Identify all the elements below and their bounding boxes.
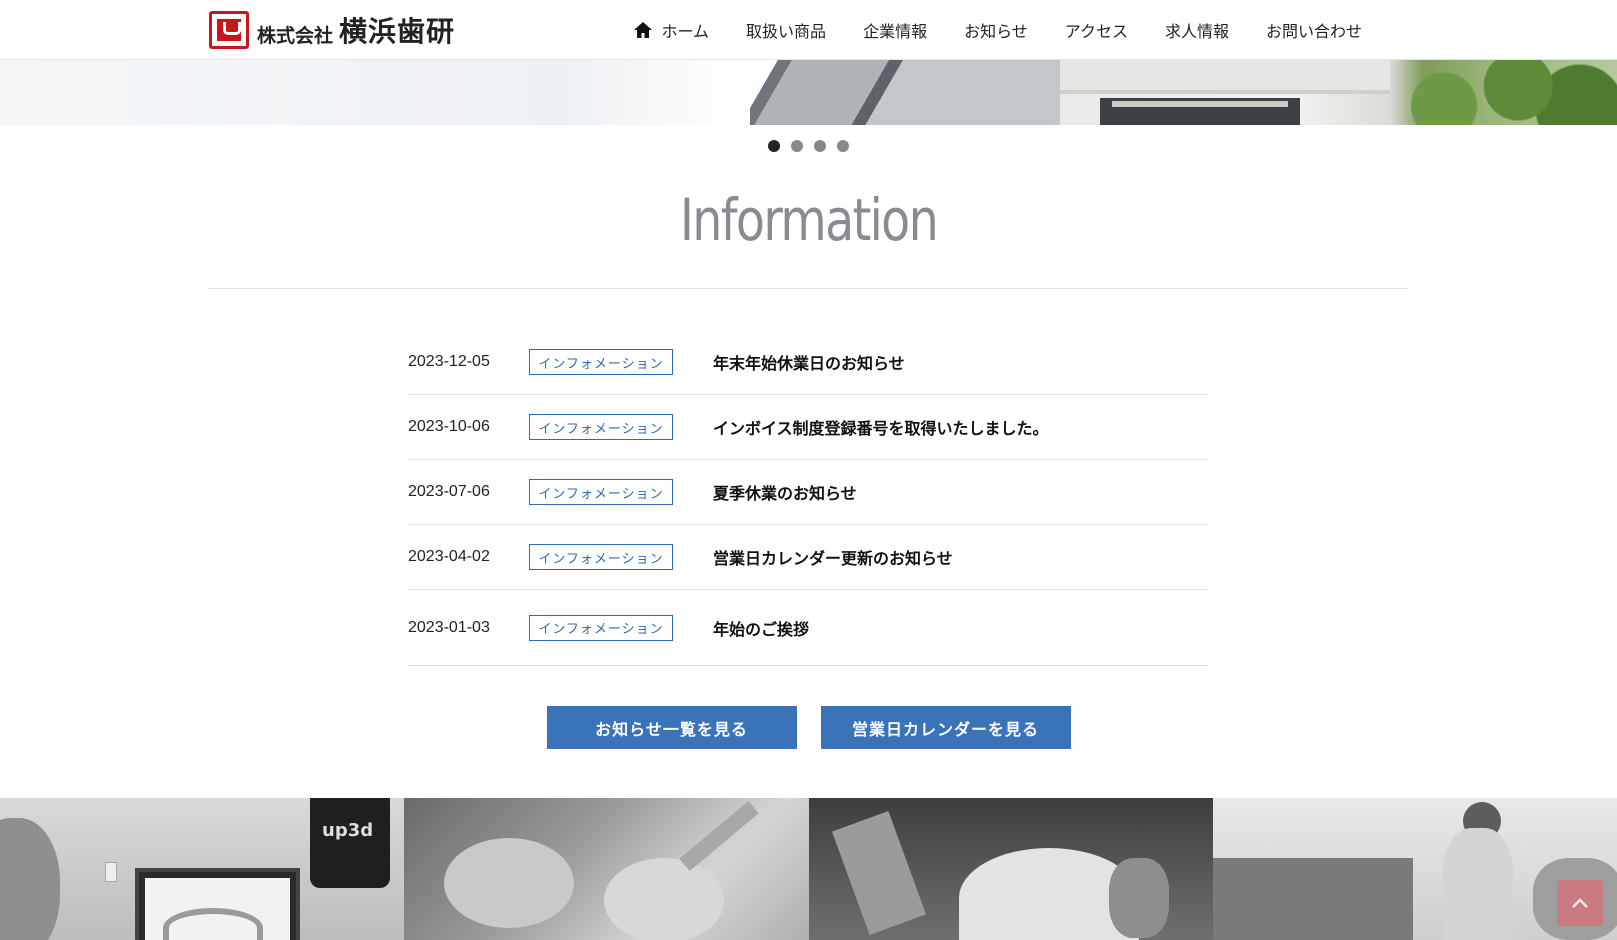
news-item[interactable]: 2023-07-06 インフォメーション 夏季休業のお知らせ bbox=[408, 460, 1208, 525]
logo-company-prefix: 株式会社 bbox=[257, 24, 334, 47]
news-title-link[interactable]: 夏季休業のお知らせ bbox=[713, 480, 857, 504]
news-category-badge[interactable]: インフォメーション bbox=[529, 614, 673, 641]
nav-item-label: ホーム bbox=[661, 22, 710, 41]
photo-denture-model bbox=[808, 798, 1213, 940]
slider-dot-1[interactable] bbox=[768, 140, 780, 152]
nav-item-label: お知らせ bbox=[964, 22, 1028, 41]
nav-item-label: 取扱い商品 bbox=[746, 22, 827, 41]
nav-item-recruit[interactable]: 求人情報 bbox=[1165, 18, 1229, 42]
nav-item-label: 企業情報 bbox=[863, 22, 928, 41]
news-title-link[interactable]: 年始のご挨拶 bbox=[713, 616, 809, 640]
logo-company-name: 横浜歯研 bbox=[339, 15, 456, 48]
news-category-badge[interactable]: インフォメーション bbox=[529, 544, 673, 570]
view-calendar-button[interactable]: 営業日カレンダーを見る bbox=[820, 706, 1071, 749]
photo-cad-monitor: up3d bbox=[0, 798, 405, 940]
slider-dot-2[interactable] bbox=[791, 140, 803, 152]
nav-item-label: アクセス bbox=[1064, 22, 1128, 41]
section-divider bbox=[208, 288, 1408, 289]
news-item[interactable]: 2023-10-06 インフォメーション インボイス制度登録番号を取得いたしまし… bbox=[408, 395, 1208, 460]
news-item[interactable]: 2023-04-02 インフォメーション 営業日カレンダー更新のお知らせ bbox=[408, 525, 1208, 590]
news-date: 2023-07-06 bbox=[408, 483, 490, 500]
view-news-list-button[interactable]: お知らせ一覧を見る bbox=[546, 706, 797, 749]
news-item[interactable]: 2023-01-03 インフォメーション 年始のご挨拶 bbox=[408, 590, 1208, 666]
back-to-top-button[interactable] bbox=[1557, 880, 1603, 926]
chevron-up-icon bbox=[1572, 898, 1588, 908]
slider-dot-4[interactable] bbox=[837, 140, 849, 152]
news-date: 2023-12-05 bbox=[408, 353, 490, 370]
photo-hands-modeling bbox=[404, 798, 809, 940]
nav-item-products[interactable]: 取扱い商品 bbox=[746, 18, 826, 42]
news-category-badge[interactable]: インフォメーション bbox=[529, 414, 673, 440]
site-logo[interactable]: 株式会社 横浜歯研 bbox=[209, 11, 455, 49]
nav-item-company[interactable]: 企業情報 bbox=[863, 18, 927, 42]
nav-item-label: 求人情報 bbox=[1164, 22, 1229, 41]
news-date: 2023-01-03 bbox=[408, 618, 490, 636]
main-nav: ホーム 取扱い商品 企業情報 お知らせ アクセス 求人情報 お問い合わせ bbox=[596, 0, 1362, 60]
news-item[interactable]: 2023-12-05 インフォメーション 年末年始休業日のお知らせ bbox=[408, 330, 1208, 395]
photo-band-label: up3d bbox=[322, 820, 374, 841]
news-list: 2023-12-05 インフォメーション 年末年始休業日のお知らせ 2023-1… bbox=[408, 330, 1208, 666]
information-actions: お知らせ一覧を見る 営業日カレンダーを見る bbox=[0, 706, 1617, 749]
news-date: 2023-10-06 bbox=[408, 418, 490, 435]
news-category-badge[interactable]: インフォメーション bbox=[529, 349, 673, 375]
nav-item-contact[interactable]: お問い合わせ bbox=[1266, 18, 1362, 42]
home-icon bbox=[633, 22, 652, 38]
site-header: 株式会社 横浜歯研 ホーム 取扱い商品 企業情報 お知らせ アクセス 求人情報 … bbox=[0, 0, 1617, 60]
nav-item-home[interactable]: ホーム bbox=[633, 18, 710, 42]
nav-item-access[interactable]: アクセス bbox=[1065, 18, 1128, 42]
slider-pagination bbox=[0, 140, 1617, 152]
nav-item-news[interactable]: お知らせ bbox=[964, 18, 1028, 42]
photo-gallery: up3d bbox=[0, 798, 1617, 940]
logo-mark-icon bbox=[209, 11, 249, 49]
news-date: 2023-04-02 bbox=[408, 548, 490, 565]
news-category-badge[interactable]: インフォメーション bbox=[529, 479, 673, 505]
slider-dot-3[interactable] bbox=[814, 140, 826, 152]
news-title-link[interactable]: インボイス制度登録番号を取得いたしました。 bbox=[713, 415, 1049, 439]
news-title-link[interactable]: 営業日カレンダー更新のお知らせ bbox=[713, 545, 953, 569]
news-title-link[interactable]: 年末年始休業日のお知らせ bbox=[713, 350, 905, 374]
nav-item-label: お問い合わせ bbox=[1265, 22, 1362, 41]
hero-slide-image bbox=[0, 60, 1617, 125]
section-title: Information bbox=[679, 186, 939, 254]
